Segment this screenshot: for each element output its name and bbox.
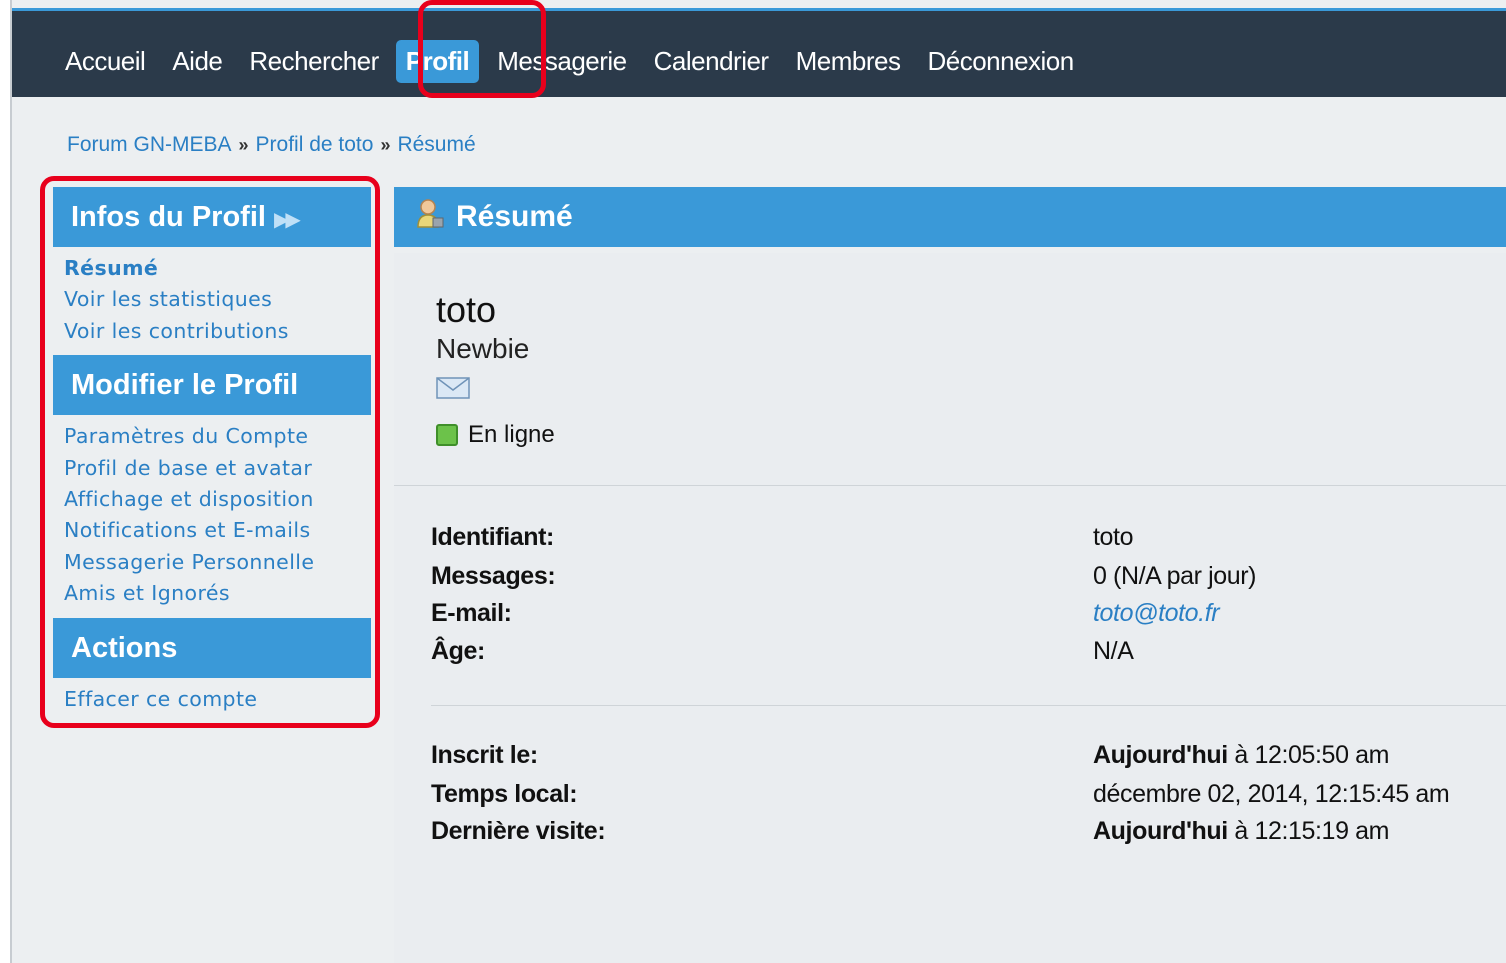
detail-value-messages: 0 (N/A par jour) [1093, 562, 1257, 590]
nav-rechercher[interactable]: Rechercher [249, 46, 379, 77]
detail-label-email: E-mail: [431, 599, 512, 627]
detail-value-email: toto@toto.fr [1093, 599, 1220, 628]
breadcrumb-forum[interactable]: Forum GN-MEBA [67, 133, 232, 157]
nav-accueil[interactable]: Accueil [65, 46, 146, 77]
sidebar-heading-label: Infos du Profil [71, 201, 266, 233]
date-strong: Aujourd'hui [1093, 741, 1228, 769]
sidebar-heading-infos: Infos du Profil ▶▶ [53, 187, 371, 247]
nav-profil[interactable]: Profil [395, 39, 480, 83]
date-rest: à 12:15:19 am [1227, 817, 1390, 845]
breadcrumb-separator: » [380, 134, 391, 155]
summary-header: Résumé [394, 187, 1506, 247]
user-rank: Newbie [436, 333, 530, 364]
online-status-label: En ligne [468, 421, 555, 448]
online-status: En ligne [436, 421, 555, 449]
online-status-icon [436, 424, 458, 446]
detail-value-age: N/A [1093, 637, 1134, 665]
breadcrumb: Forum GN-MEBA » Profil de toto » Résumé [67, 133, 476, 157]
nav-messagerie[interactable]: Messagerie [497, 46, 627, 77]
section-divider [431, 705, 1506, 706]
profile-sidebar: Infos du Profil ▶▶ Résumé Voir les statis… [53, 187, 371, 723]
breadcrumb-current[interactable]: Résumé [397, 133, 475, 157]
detail-label-messages: Messages: [431, 562, 556, 590]
detail-label-identifiant: Identifiant: [431, 523, 554, 551]
sidebar-item-profil-avatar[interactable]: Profil de base et avatar [64, 453, 371, 484]
date-rest: décembre 02, 2014, 12:15:45 am [1093, 780, 1450, 808]
sidebar-list-infos: Résumé Voir les statistiques Voir les co… [53, 247, 371, 355]
nav-aide[interactable]: Aide [172, 46, 223, 77]
username: toto [436, 289, 497, 330]
date-strong: Aujourd'hui [1093, 817, 1228, 845]
envelope-icon[interactable] [436, 377, 470, 404]
main-nav: Accueil Aide Rechercher Profil Messageri… [65, 39, 1101, 83]
sidebar-item-statistiques[interactable]: Voir les statistiques [64, 284, 371, 315]
top-navigation-bar: Accueil Aide Rechercher Profil Messageri… [12, 8, 1506, 97]
double-arrow-icon[interactable]: ▶▶ [274, 209, 301, 231]
detail-value-identifiant: toto [1093, 523, 1134, 551]
user-icon [416, 197, 444, 237]
breadcrumb-profile[interactable]: Profil de toto [256, 133, 374, 157]
user-card: toto Newbie En ligne [394, 253, 1506, 486]
detail-label-age: Âge: [431, 637, 485, 665]
nav-deconnexion[interactable]: Déconnexion [927, 46, 1074, 77]
sidebar-item-amis-ignores[interactable]: Amis et Ignorés [64, 578, 371, 609]
sidebar-item-affichage[interactable]: Affichage et disposition [64, 484, 371, 515]
date-label-derniere-visite: Dernière visite: [431, 817, 606, 845]
date-rest: à 12:05:50 am [1227, 741, 1390, 769]
nav-calendrier[interactable]: Calendrier [654, 46, 769, 77]
date-label-inscrit: Inscrit le: [431, 741, 538, 769]
sidebar-heading-modifier: Modifier le Profil [53, 355, 371, 416]
date-value-temps-local: décembre 02, 2014, 12:15:45 am [1093, 780, 1450, 809]
date-label-temps-local: Temps local: [431, 780, 578, 808]
sidebar-item-messagerie-personnelle[interactable]: Messagerie Personnelle [64, 547, 371, 578]
sidebar-item-effacer-compte[interactable]: Effacer ce compte [64, 684, 371, 715]
summary-panel: toto Newbie En ligne Identifiant: toto M… [394, 253, 1506, 963]
sidebar-heading-actions: Actions [53, 617, 371, 678]
sidebar-item-resume[interactable]: Résumé [64, 253, 371, 284]
sidebar-list-actions: Effacer ce compte [53, 678, 371, 723]
page-title: Résumé [456, 200, 573, 233]
sidebar-item-contributions[interactable]: Voir les contributions [64, 316, 371, 347]
nav-membres[interactable]: Membres [796, 46, 901, 77]
date-value-inscrit: Aujourd'hui à 12:05:50 am [1093, 741, 1389, 770]
sidebar-item-notifications[interactable]: Notifications et E-mails [64, 515, 371, 546]
date-value-derniere-visite: Aujourd'hui à 12:15:19 am [1093, 817, 1389, 846]
sidebar-item-parametres-compte[interactable]: Paramètres du Compte [64, 421, 371, 452]
sidebar-list-modifier: Paramètres du Compte Profil de base et a… [53, 415, 371, 617]
breadcrumb-separator: » [238, 134, 249, 155]
email-link[interactable]: toto@toto.fr [1093, 599, 1220, 627]
